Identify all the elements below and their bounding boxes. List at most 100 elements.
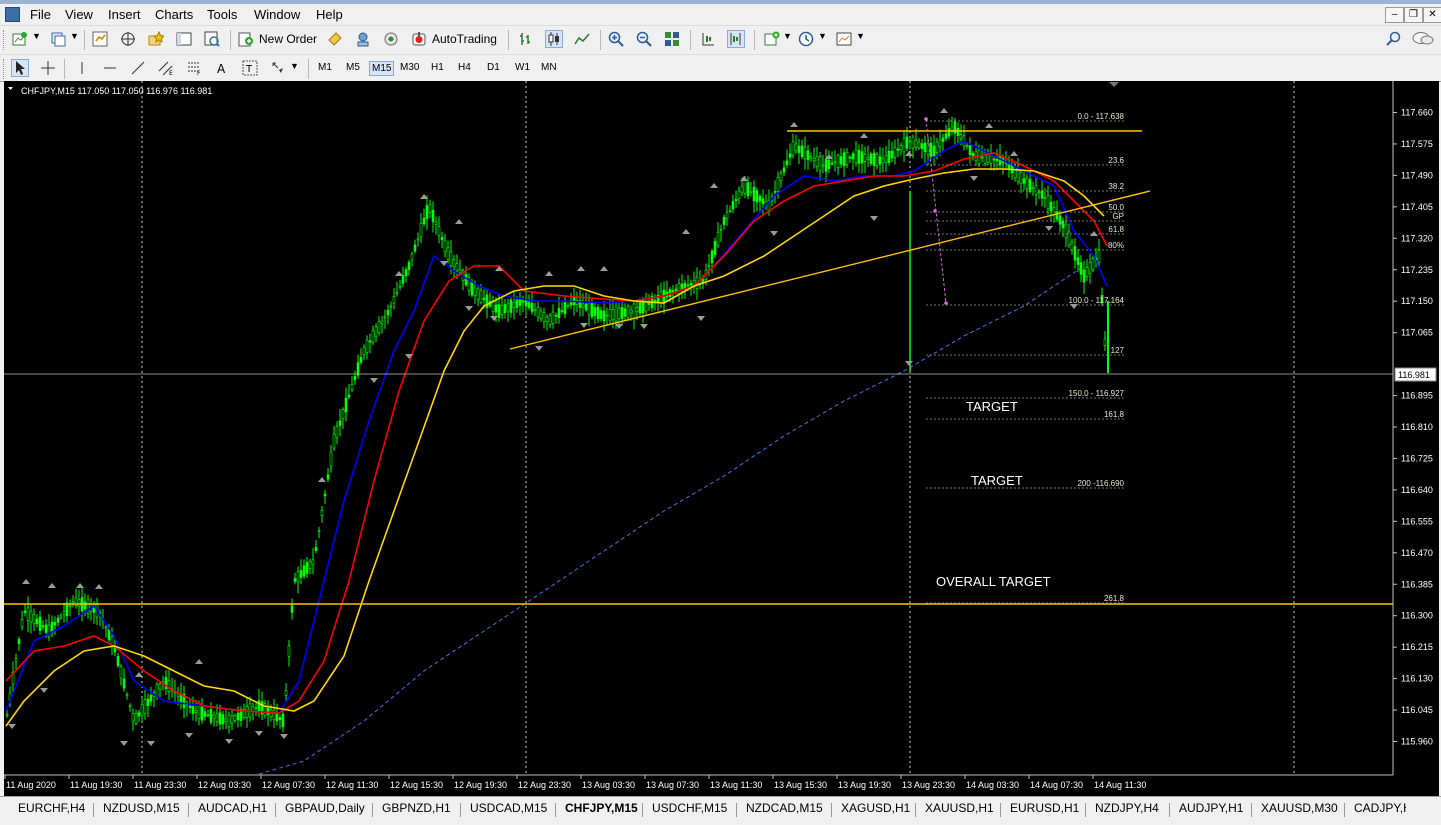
bar-chart-icon[interactable] — [518, 31, 534, 47]
tab-xauusd-h1[interactable]: XAUUSD,H1 — [925, 801, 994, 815]
toolbar-grip[interactable] — [3, 59, 7, 79]
tab-xagusd-h1[interactable]: XAGUSD,H1 — [841, 801, 910, 815]
new-chart-icon[interactable] — [12, 31, 28, 47]
arrows-icon[interactable] — [270, 60, 286, 76]
minimize-icon[interactable]: – — [1385, 7, 1404, 23]
fibonacci-level-label: 127 — [1111, 346, 1125, 355]
tile-windows-icon[interactable] — [664, 31, 680, 47]
timeframe-d1[interactable]: D1 — [485, 61, 502, 74]
equidistant-channel-icon[interactable]: E — [158, 60, 174, 76]
candle-body — [857, 149, 861, 164]
candlestick-chart-icon[interactable] — [545, 30, 563, 48]
candle-body — [356, 362, 360, 376]
menu-window[interactable]: Window — [254, 7, 300, 22]
crosshair-icon[interactable] — [40, 60, 56, 76]
metaeditor-icon[interactable] — [383, 31, 399, 47]
chevron-down-icon[interactable]: ▼ — [856, 31, 865, 41]
profiles-icon[interactable] — [50, 31, 66, 47]
menu-charts[interactable]: Charts — [155, 7, 193, 22]
menu-tools[interactable]: Tools — [207, 7, 237, 22]
price-chart[interactable]: 0.0 - 117.638 23.6 38.2 50.0GP 61.8 80% 100.0 … — [4, 81, 1439, 796]
terminal-icon[interactable] — [176, 31, 192, 47]
menu-view[interactable]: View — [65, 7, 93, 22]
new-order-button[interactable]: New Order — [259, 32, 317, 46]
restore-icon[interactable]: ❐ — [1404, 7, 1423, 23]
tab-cadjpy-h[interactable]: CADJPY,H — [1354, 801, 1406, 815]
chart-shift-icon[interactable] — [727, 30, 745, 48]
timeframe-m30[interactable]: M30 — [398, 61, 421, 74]
cursor-icon[interactable] — [11, 59, 29, 77]
market-orders-icon[interactable] — [327, 31, 343, 47]
zoom-in-icon[interactable] — [608, 31, 624, 47]
autotrading-button[interactable]: AutoTrading — [432, 32, 497, 46]
target-annotation-1: TARGET — [966, 399, 1018, 414]
new-order-icon[interactable] — [238, 31, 254, 47]
tab-eurchf-h4[interactable]: EURCHF,H4 — [18, 801, 85, 815]
fibonacci-anchor-point[interactable] — [944, 301, 948, 305]
candle-body — [191, 706, 195, 714]
fibonacci-icon[interactable]: F — [186, 60, 202, 76]
tab-gbpnzd-h1[interactable]: GBPNZD,H1 — [382, 801, 451, 815]
fibonacci-anchor-point[interactable] — [924, 117, 928, 121]
horizontal-line-icon[interactable] — [102, 60, 118, 76]
line-chart-icon[interactable] — [574, 31, 590, 47]
timeframe-m15[interactable]: M15 — [369, 61, 395, 76]
periods-clock-icon[interactable] — [798, 31, 814, 47]
candle-body — [212, 714, 216, 719]
tab-separator — [831, 803, 832, 817]
close-icon[interactable]: ✕ — [1423, 7, 1441, 23]
indicators-icon[interactable] — [764, 31, 780, 47]
chart-window[interactable]: 0.0 - 117.638 23.6 38.2 50.0 GP 61.8 80% 100.0 … — [4, 81, 1439, 796]
candle-body — [398, 285, 402, 288]
tab-usdchf-m15[interactable]: USDCHF,M15 — [652, 801, 727, 815]
timeframe-m1[interactable]: M1 — [316, 61, 334, 74]
candle-body — [938, 139, 942, 148]
signals-icon[interactable] — [355, 31, 371, 47]
candle-body — [1055, 211, 1059, 220]
autotrading-icon[interactable] — [411, 31, 427, 47]
chevron-down-icon[interactable]: ▼ — [290, 61, 299, 71]
zoom-out-icon[interactable] — [636, 31, 652, 47]
chat-icon[interactable] — [1412, 31, 1434, 47]
menu-insert[interactable]: Insert — [108, 7, 141, 22]
candle-body — [197, 705, 201, 720]
chevron-down-icon[interactable]: ▼ — [32, 31, 41, 41]
candle-body — [215, 713, 219, 722]
strategy-tester-icon[interactable] — [204, 31, 220, 47]
templates-icon[interactable] — [836, 31, 852, 47]
timeframe-w1[interactable]: W1 — [513, 61, 532, 74]
chevron-down-icon[interactable]: ▼ — [783, 31, 792, 41]
favorites-icon[interactable] — [148, 31, 164, 47]
search-icon[interactable] — [1386, 31, 1402, 47]
timeframe-mn[interactable]: MN — [539, 61, 559, 74]
menu-help[interactable]: Help — [316, 7, 343, 22]
chevron-down-icon[interactable]: ▼ — [818, 31, 827, 41]
toolbar-grip[interactable] — [3, 30, 7, 50]
vertical-line-icon[interactable] — [74, 60, 90, 76]
timeframe-h4[interactable]: H4 — [456, 61, 473, 74]
tab-audcad-h1[interactable]: AUDCAD,H1 — [198, 801, 267, 815]
text-label-icon[interactable]: T — [242, 60, 258, 76]
candle-body — [350, 384, 354, 390]
text-icon[interactable]: A — [214, 60, 230, 76]
tab-gbpaud-daily[interactable]: GBPAUD,Daily — [285, 801, 365, 815]
timeframe-h1[interactable]: H1 — [429, 61, 446, 74]
tab-usdcad-m15[interactable]: USDCAD,M15 — [470, 801, 547, 815]
tab-chfjpy-m15[interactable]: CHFJPY,M15 — [565, 801, 638, 815]
candle-body — [305, 562, 309, 574]
timeframe-m5[interactable]: M5 — [344, 61, 362, 74]
tab-nzdcad-m15[interactable]: NZDCAD,M15 — [746, 801, 823, 815]
menu-file[interactable]: File — [30, 7, 51, 22]
tab-nzdjpy-h4[interactable]: NZDJPY,H4 — [1095, 801, 1159, 815]
tab-xauusd-m30[interactable]: XAUUSD,M30 — [1261, 801, 1338, 815]
market-watch-icon[interactable] — [92, 31, 108, 47]
chevron-down-icon[interactable]: ▼ — [70, 31, 79, 41]
tab-nzdusd-m15[interactable]: NZDUSD,M15 — [103, 801, 180, 815]
trendline-icon[interactable] — [130, 60, 146, 76]
app-icon[interactable] — [5, 7, 20, 22]
tab-eurusd-h1[interactable]: EURUSD,H1 — [1010, 801, 1079, 815]
candle-body — [104, 626, 108, 629]
crosshair-navigator-icon[interactable] — [120, 31, 136, 47]
tab-audjpy-h1[interactable]: AUDJPY,H1 — [1179, 801, 1243, 815]
auto-scroll-icon[interactable] — [700, 31, 716, 47]
